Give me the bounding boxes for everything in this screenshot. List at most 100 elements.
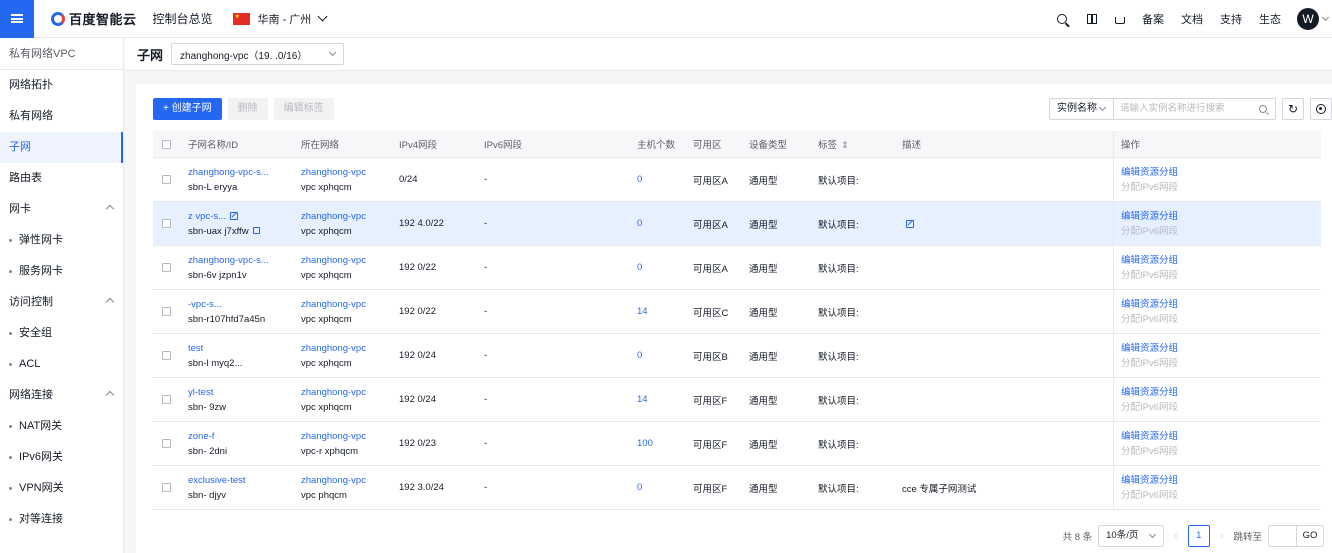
- page-number-current[interactable]: 1: [1187, 525, 1210, 547]
- row-checkbox[interactable]: [162, 483, 171, 492]
- vpc-name-link[interactable]: zhanghong-vpc: [301, 343, 366, 354]
- edit-description-icon[interactable]: [906, 219, 914, 228]
- assign-ipv6-link[interactable]: 分配IPv6网段: [1121, 270, 1178, 281]
- sidebar-item-acl[interactable]: ACL: [0, 349, 123, 380]
- sidebar-item-subnet[interactable]: 子网: [0, 132, 123, 163]
- sidebar-item-vpn-gateway[interactable]: VPN网关: [0, 473, 123, 504]
- vpc-name-link[interactable]: zhanghong-vpc: [301, 211, 366, 222]
- edit-icon[interactable]: [230, 211, 239, 220]
- column-settings-button[interactable]: [1310, 98, 1332, 120]
- sidebar-group-access-control[interactable]: 访问控制: [0, 287, 123, 318]
- subnet-name-link[interactable]: exclusive-test: [188, 475, 246, 486]
- cell-hosts[interactable]: 0: [630, 350, 686, 361]
- refresh-button[interactable]: ↻: [1282, 98, 1304, 120]
- region-selector[interactable]: 华南 - 广州: [232, 11, 328, 27]
- brand-logo[interactable]: 百度智能云: [51, 9, 137, 28]
- top-link-ecosystem[interactable]: 生态: [1259, 11, 1281, 27]
- edit-resource-group-link[interactable]: 编辑资源分组: [1121, 299, 1178, 310]
- sidebar-item-topology[interactable]: 网络拓扑: [0, 70, 123, 101]
- delete-button[interactable]: 删除: [227, 98, 268, 120]
- vpc-name-link[interactable]: zhanghong-vpc: [301, 299, 366, 310]
- console-overview-link[interactable]: 控制台总览: [153, 10, 213, 27]
- sidebar-item-service-nic[interactable]: 服务网卡: [0, 256, 123, 287]
- assign-ipv6-link[interactable]: 分配IPv6网段: [1121, 226, 1178, 237]
- vpc-name-link[interactable]: zhanghong-vpc: [301, 475, 366, 486]
- subnet-name-link[interactable]: zhanghong-vpc-s...: [188, 167, 269, 178]
- search-input[interactable]: [1120, 103, 1250, 114]
- row-checkbox[interactable]: [162, 219, 171, 228]
- prev-page-icon[interactable]: ‹: [1174, 530, 1178, 542]
- assign-ipv6-link[interactable]: 分配IPv6网段: [1121, 182, 1178, 193]
- header-tag[interactable]: 标签 ⇕: [811, 137, 895, 151]
- hamburger-menu-icon[interactable]: [0, 0, 34, 38]
- edit-resource-group-link[interactable]: 编辑资源分组: [1121, 431, 1178, 442]
- subnet-name-link[interactable]: test: [188, 343, 203, 354]
- edit-resource-group-link[interactable]: 编辑资源分组: [1121, 387, 1178, 398]
- vpc-select[interactable]: zhanghong-vpc（19. .0/16）: [171, 43, 345, 65]
- cell-hosts[interactable]: 0: [630, 218, 686, 229]
- cell-hosts[interactable]: 0: [630, 482, 686, 493]
- cell-hosts[interactable]: 14: [630, 306, 686, 317]
- table-row[interactable]: test sbn-l myq2... zhanghong-vpc vpc xphqcm…: [153, 334, 1321, 378]
- assign-ipv6-link[interactable]: 分配IPv6网段: [1121, 314, 1178, 325]
- row-checkbox[interactable]: [162, 439, 171, 448]
- table-row[interactable]: yl-test sbn- 9zw zhanghong-vpc vpc xphqcm 19…: [153, 378, 1321, 422]
- edit-resource-group-link[interactable]: 编辑资源分组: [1121, 211, 1178, 222]
- subnet-name-link[interactable]: zone-f: [188, 431, 214, 442]
- table-row[interactable]: z vpc-s... sbn-uax j7xffw zhanghong-vpc vpc…: [153, 202, 1321, 246]
- sidebar-item-route-table[interactable]: 路由表: [0, 163, 123, 194]
- user-avatar[interactable]: W: [1297, 8, 1319, 30]
- search-icon[interactable]: [1057, 14, 1067, 24]
- assign-ipv6-link[interactable]: 分配IPv6网段: [1121, 446, 1178, 457]
- row-checkbox[interactable]: [162, 175, 171, 184]
- search-icon[interactable]: [1259, 105, 1267, 113]
- sidebar-group-nic[interactable]: 网卡: [0, 194, 123, 225]
- cell-hosts[interactable]: 0: [630, 262, 686, 273]
- sidebar-item-eni[interactable]: 弹性网卡: [0, 225, 123, 256]
- assign-ipv6-link[interactable]: 分配IPv6网段: [1121, 490, 1178, 501]
- copy-icon[interactable]: [252, 227, 260, 235]
- vpc-name-link[interactable]: zhanghong-vpc: [301, 255, 366, 266]
- create-subnet-button[interactable]: + 创建子网: [153, 98, 222, 120]
- go-button[interactable]: GO: [1296, 525, 1324, 547]
- table-row[interactable]: -vpc-s... sbn-r107hfd7a45n zhanghong-vpc vp…: [153, 290, 1321, 334]
- jump-page-input[interactable]: [1268, 525, 1296, 547]
- sidebar-item-peering[interactable]: 对等连接: [0, 504, 123, 535]
- sidebar-item-nat-gateway[interactable]: NAT网关: [0, 411, 123, 442]
- sort-icon[interactable]: ⇕: [841, 140, 849, 150]
- page-size-select[interactable]: 10条/页: [1098, 525, 1165, 547]
- sidebar-item-vpc[interactable]: 私有网络: [0, 101, 123, 132]
- assign-ipv6-link[interactable]: 分配IPv6网段: [1121, 358, 1178, 369]
- next-page-icon[interactable]: ›: [1220, 530, 1224, 542]
- table-row[interactable]: exclusive-test sbn- djyv zhanghong-vpc vpc …: [153, 466, 1321, 510]
- top-link-support[interactable]: 支持: [1220, 11, 1242, 27]
- cell-hosts[interactable]: 100: [630, 438, 686, 449]
- row-checkbox[interactable]: [162, 351, 171, 360]
- sidebar-group-network-connection[interactable]: 网络连接: [0, 380, 123, 411]
- cart-icon[interactable]: [1115, 16, 1125, 24]
- chevron-down-icon[interactable]: [1321, 13, 1330, 22]
- edit-resource-group-link[interactable]: 编辑资源分组: [1121, 475, 1178, 486]
- grid-apps-icon[interactable]: [1087, 14, 1097, 24]
- sidebar-item-ipv6-gateway[interactable]: IPv6网关: [0, 442, 123, 473]
- row-checkbox[interactable]: [162, 263, 171, 272]
- vpc-name-link[interactable]: zhanghong-vpc: [301, 387, 366, 398]
- table-row[interactable]: zhanghong-vpc-s... sbn-6v jzpn1v zhanghong…: [153, 246, 1321, 290]
- subnet-name-link[interactable]: -vpc-s...: [188, 299, 222, 310]
- top-link-docs[interactable]: 文档: [1181, 11, 1203, 27]
- cell-hosts[interactable]: 14: [630, 394, 686, 405]
- table-row[interactable]: zhanghong-vpc-s... sbn-L eryya zhanghong-v…: [153, 158, 1321, 202]
- vpc-name-link[interactable]: zhanghong-vpc: [301, 431, 366, 442]
- edit-resource-group-link[interactable]: 编辑资源分组: [1121, 343, 1178, 354]
- subnet-name-link[interactable]: yl-test: [188, 387, 213, 398]
- top-link-filing[interactable]: 备案: [1142, 11, 1164, 27]
- sidebar-item-security-group[interactable]: 安全组: [0, 318, 123, 349]
- vpc-name-link[interactable]: zhanghong-vpc: [301, 167, 366, 178]
- subnet-name-link[interactable]: zhanghong-vpc-s...: [188, 255, 269, 266]
- row-checkbox[interactable]: [162, 307, 171, 316]
- filter-field-select[interactable]: 实例名称: [1049, 98, 1113, 120]
- assign-ipv6-link[interactable]: 分配IPv6网段: [1121, 402, 1178, 413]
- select-all-checkbox[interactable]: [162, 139, 171, 149]
- table-row[interactable]: zone-f sbn- 2dni zhanghong-vpc vpc-r xphqcm…: [153, 422, 1321, 466]
- edit-resource-group-link[interactable]: 编辑资源分组: [1121, 167, 1178, 178]
